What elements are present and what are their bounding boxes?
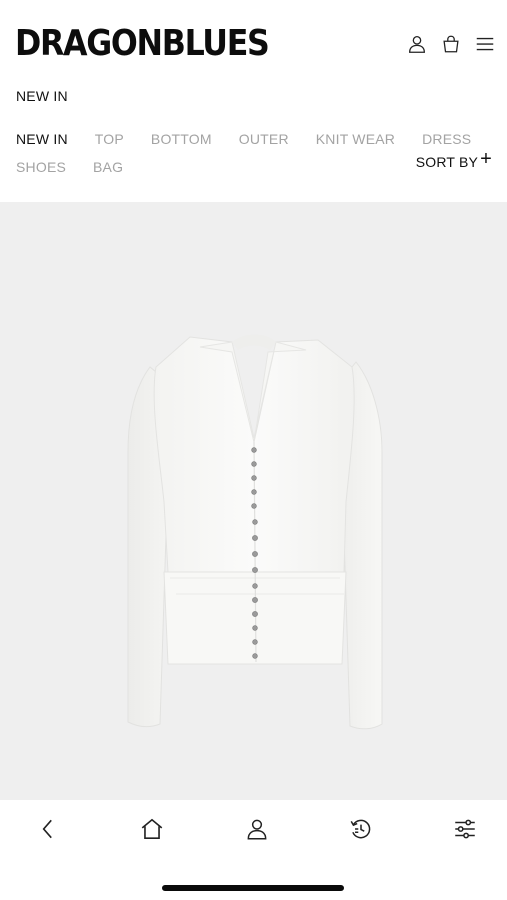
category-bottom[interactable]: BOTTOM: [151, 131, 212, 147]
home-indicator[interactable]: [162, 885, 344, 891]
menu-icon[interactable]: [473, 30, 497, 58]
page: DRAGONBLUES NEW IN NEW IN TOP BOTTOM OUT…: [0, 0, 507, 900]
category-bag[interactable]: BAG: [93, 159, 123, 175]
category-top[interactable]: TOP: [95, 131, 124, 147]
category-dress[interactable]: DRESS: [422, 131, 471, 147]
bottom-nav: [0, 800, 507, 858]
shopping-bag-icon[interactable]: [439, 30, 463, 58]
category-nav: NEW IN TOP BOTTOM OUTER KNIT WEAR DRESS …: [16, 126, 496, 180]
sort-by-label: SORT BY: [415, 154, 479, 170]
category-shoes[interactable]: SHOES: [16, 159, 66, 175]
header-actions: [405, 30, 497, 58]
brand-logo[interactable]: DRAGONBLUES: [15, 20, 270, 68]
user-icon[interactable]: [405, 30, 429, 58]
product-image[interactable]: [0, 202, 507, 800]
white-cardigan-illustration: [127, 334, 383, 730]
home-icon[interactable]: [138, 815, 166, 843]
sort-by-button[interactable]: SORT BY +: [415, 148, 492, 172]
history-icon[interactable]: [347, 815, 375, 843]
header: DRAGONBLUES NEW IN: [0, 0, 507, 104]
plus-icon: +: [480, 148, 492, 170]
category-outer[interactable]: OUTER: [239, 131, 289, 147]
breadcrumb: NEW IN: [16, 88, 68, 104]
category-knit-wear[interactable]: KNIT WEAR: [316, 131, 395, 147]
back-icon[interactable]: [34, 815, 62, 843]
account-icon[interactable]: [243, 815, 271, 843]
category-new-in[interactable]: NEW IN: [16, 131, 68, 147]
category-row: NEW IN TOP BOTTOM OUTER KNIT WEAR DRESS: [16, 126, 496, 152]
filter-icon[interactable]: [451, 815, 479, 843]
